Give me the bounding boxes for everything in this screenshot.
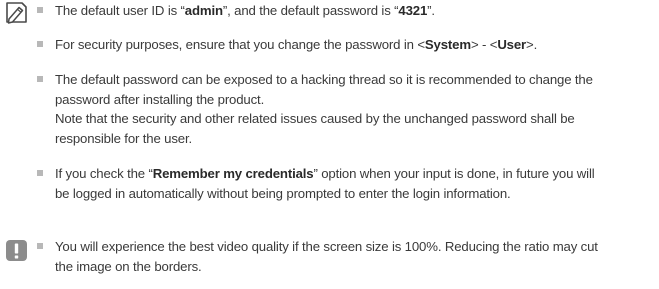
user-id-value: admin [184,3,223,18]
bullet-marker [37,41,43,47]
bullet-marker [37,7,43,13]
password-value: 4321 [398,3,428,18]
note-item: The default user ID is “admin”, and the … [37,1,655,21]
caution-item: You will experience the best video quali… [37,237,655,276]
note-text-line: Note that the security and other related… [55,111,575,126]
bullet-marker [37,76,43,82]
bullet-marker [37,243,43,249]
note-item: For security purposes, ensure that you c… [37,35,655,55]
caution-text-line: You will experience the best video quali… [55,239,598,254]
note-text-line: password after installing the product. [55,91,265,107]
exclamation-icon [5,239,29,261]
system-menu-ref: System [424,37,471,52]
note-item: If you check the “Remember my credential… [37,164,655,203]
note-text-line: The default password can be exposed to a… [55,72,593,87]
note-text-line: responsible for the user. [55,130,192,146]
caution-text-line: the image on the borders. [55,258,202,274]
note-item: The default password can be exposed to a… [37,70,655,148]
note-text: For security purposes, ensure that you c… [55,37,538,52]
note-text-line: If you check the “Remember my credential… [55,166,595,181]
bullet-marker [37,170,43,176]
note-pencil-icon [5,2,29,24]
note-text-line: be logged in automatically without being… [55,185,511,201]
remember-credentials-ref: Remember my credentials [152,166,314,181]
note-text: The default user ID is “admin”, and the … [55,3,435,18]
user-menu-ref: User [497,37,527,52]
